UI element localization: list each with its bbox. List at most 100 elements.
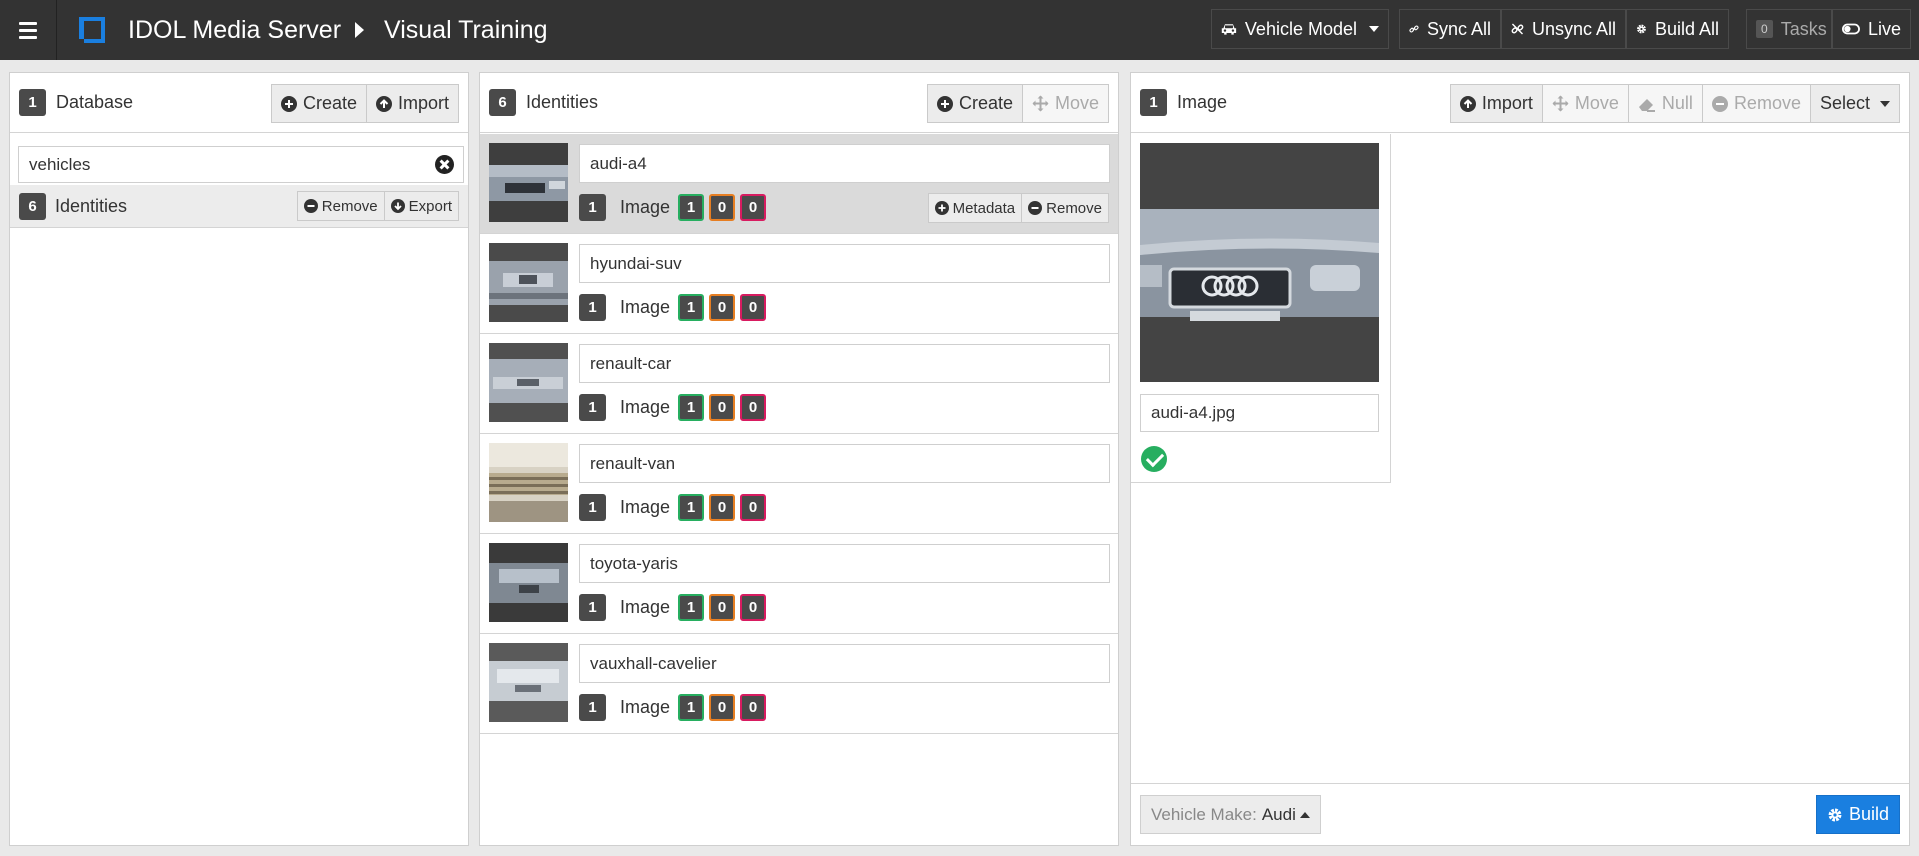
move-identity-button[interactable]: Move [1021, 84, 1109, 123]
link-icon [1409, 25, 1419, 33]
create-label: Create [958, 93, 1013, 113]
database-search-input[interactable] [19, 147, 419, 182]
identity-stats: 1 Image 1 0 0 [579, 294, 771, 321]
failed-count-badge: 0 [740, 494, 766, 521]
identity-row-renault-car[interactable]: renault-car 1 Image 1 0 0 [480, 334, 1118, 434]
tasks-label: Tasks [1780, 18, 1827, 39]
null-label: Null [1661, 93, 1693, 113]
identity-name-input[interactable]: hyundai-suv [579, 244, 1110, 283]
move-arrows-icon [1552, 95, 1569, 112]
unlink-icon [1511, 23, 1524, 35]
database-list-item[interactable]: 6 Identities Remove Export [10, 185, 468, 228]
create-label: Create [302, 93, 357, 113]
failed-count-badge: 0 [740, 194, 766, 221]
sync-all-button[interactable]: Sync All [1399, 9, 1501, 49]
pending-count-badge: 0 [709, 594, 735, 621]
image-count-badge: 1 [579, 494, 606, 521]
vehicle-make-value: Audi [1261, 804, 1296, 824]
trained-count-badge: 1 [678, 394, 704, 421]
training-image [1140, 143, 1379, 382]
identity-name-input[interactable]: renault-car [579, 344, 1110, 383]
trained-count-badge: 1 [678, 194, 704, 221]
identity-thumbnail [489, 443, 568, 522]
identity-row-vauxhall-cavelier[interactable]: vauxhall-cavelier 1 Image 1 0 0 [480, 634, 1118, 734]
export-database-button[interactable]: Export [383, 191, 459, 221]
gear-icon [1828, 808, 1842, 821]
identity-row-renault-van[interactable]: renault-van 1 Image 1 0 0 [480, 434, 1118, 534]
image-count-badge: 1 [579, 694, 606, 721]
build-label: Build [1848, 804, 1889, 824]
select-dropdown[interactable]: Select [1809, 84, 1900, 123]
eraser-icon [1638, 98, 1655, 112]
unsync-all-button[interactable]: Unsync All [1501, 9, 1626, 49]
import-label: Import [397, 93, 449, 113]
minus-circle-icon [1711, 95, 1728, 112]
identity-stats: 1 Image 1 0 0 [579, 594, 771, 621]
pending-count-badge: 0 [709, 394, 735, 421]
move-label: Move [1574, 93, 1619, 113]
null-image-button[interactable]: Null [1627, 84, 1703, 123]
unsync-all-label: Unsync All [1531, 18, 1616, 39]
menu-icon[interactable] [0, 0, 57, 60]
remove-database-button[interactable]: Remove [296, 191, 385, 221]
minus-circle-icon [303, 199, 318, 213]
identity-name-input[interactable]: renault-van [579, 444, 1110, 483]
arrow-down-circle-icon [390, 199, 405, 213]
identity-stats: 1 Image 1 0 0 [579, 194, 771, 221]
image-card[interactable]: audi-a4.jpg [1131, 134, 1391, 483]
import-image-button[interactable]: Import [1449, 84, 1543, 123]
clear-icon[interactable] [435, 155, 454, 174]
gear-icon [1637, 24, 1646, 34]
identity-stats: 1 Image 1 0 0 [579, 694, 771, 721]
image-label: Image [620, 197, 671, 217]
create-identity-button[interactable]: Create [926, 84, 1023, 123]
plus-circle-icon [934, 201, 949, 215]
failed-count-badge: 0 [740, 694, 766, 721]
top-bar: IDOL Media Server Visual Training Vehicl… [0, 0, 1919, 60]
database-panel-title: Database [56, 92, 134, 112]
toggle-icon [1842, 23, 1860, 35]
database-search [18, 146, 464, 183]
remove-identity-button[interactable]: Remove [1021, 193, 1109, 223]
identity-name-input[interactable]: toyota-yaris [579, 544, 1110, 583]
image-count-badge: 1 [579, 294, 606, 321]
remove-image-button[interactable]: Remove [1701, 84, 1811, 123]
image-label: Image [620, 297, 671, 317]
image-count-badge: 1 [579, 394, 606, 421]
analysis-type-dropdown[interactable]: Vehicle Model [1211, 9, 1389, 49]
create-database-button[interactable]: Create [270, 84, 367, 123]
identity-thumbnail [489, 543, 568, 622]
image-label: Image [620, 397, 671, 417]
build-button[interactable]: Build [1815, 795, 1900, 834]
image-filename-input[interactable]: audi-a4.jpg [1140, 394, 1379, 432]
car-icon [1221, 24, 1237, 35]
live-toggle[interactable]: Live [1832, 9, 1911, 49]
identity-name-input[interactable]: vauxhall-cavelier [579, 644, 1110, 683]
identities-panel: 6 Identities Create Move audi-a4 1 Image… [479, 72, 1119, 846]
move-arrows-icon [1032, 95, 1049, 112]
move-image-button[interactable]: Move [1541, 84, 1629, 123]
plus-circle-icon [280, 95, 297, 112]
import-database-button[interactable]: Import [365, 84, 459, 123]
identity-row-actions: Metadata Remove [927, 193, 1109, 223]
metadata-button[interactable]: Metadata [927, 193, 1023, 223]
move-label: Move [1054, 93, 1099, 113]
image-label: Image [620, 497, 671, 517]
tasks-button[interactable]: 0 Tasks [1746, 9, 1832, 49]
app-title[interactable]: IDOL Media Server [128, 16, 341, 45]
build-all-button[interactable]: Build All [1626, 9, 1729, 49]
chevron-up-icon [1299, 811, 1310, 818]
identity-row-toyota-yaris[interactable]: toyota-yaris 1 Image 1 0 0 [480, 534, 1118, 634]
vehicle-make-dropdown[interactable]: Vehicle Make: Audi [1140, 795, 1321, 834]
identity-stats: 1 Image 1 0 0 [579, 494, 771, 521]
identities-count-badge: 6 [489, 89, 516, 116]
build-all-label: Build All [1654, 18, 1719, 39]
failed-count-badge: 0 [740, 594, 766, 621]
arrow-up-circle-icon [1459, 95, 1476, 112]
identity-row-hyundai-suv[interactable]: hyundai-suv 1 Image 1 0 0 [480, 234, 1118, 334]
identity-row-audi-a4[interactable]: audi-a4 1 Image 1 0 0 Metadata Remove [480, 134, 1118, 234]
pending-count-badge: 0 [709, 694, 735, 721]
identity-name-input[interactable]: audi-a4 [579, 144, 1110, 183]
image-actions: Import Move Null Remove Select [1449, 84, 1900, 123]
image-label: Image [620, 697, 671, 717]
